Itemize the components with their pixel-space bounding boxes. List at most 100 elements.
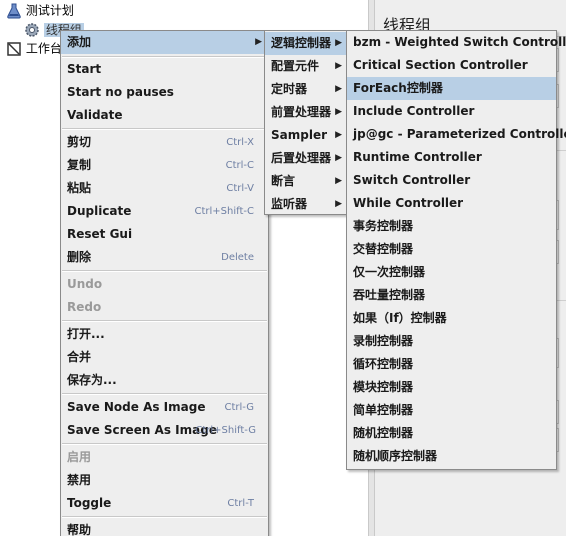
- menu-item-start-no-pauses[interactable]: Start no pauses: [61, 81, 268, 104]
- logic-item[interactable]: Switch Controller: [347, 169, 556, 192]
- logic-label: 事务控制器: [353, 219, 414, 233]
- submenu-item-timer[interactable]: 定时器 ▶: [265, 78, 348, 101]
- logic-label: Switch Controller: [353, 173, 471, 187]
- shortcut-copy: Ctrl-C: [225, 160, 254, 171]
- logic-item[interactable]: 仅一次控制器: [347, 261, 556, 284]
- logic-item[interactable]: 随机顺序控制器: [347, 445, 556, 468]
- flask-icon: [6, 3, 22, 19]
- submenu-label-logic: 逻辑控制器: [271, 36, 332, 50]
- logic-item[interactable]: 循环控制器: [347, 353, 556, 376]
- menu-item-duplicate[interactable]: Duplicate Ctrl+Shift-C: [61, 200, 268, 223]
- menu-label-redo: Redo: [67, 300, 102, 314]
- shortcut-toggle: Ctrl-T: [227, 498, 254, 509]
- context-menu: 添加 ▶ Start Start no pauses Validate 剪切 Ct…: [60, 30, 269, 536]
- menu-item-delete[interactable]: 删除 Delete: [61, 246, 268, 269]
- logic-label: 随机控制器: [353, 426, 414, 440]
- menu-label-add: 添加: [67, 35, 92, 49]
- tree-label-test-plan: 测试计划: [25, 3, 74, 18]
- submenu-item-preprocessor[interactable]: 前置处理器 ▶: [265, 101, 348, 124]
- logic-controller-submenu: bzm - Weighted Switch Controller Critica…: [346, 30, 566, 470]
- menu-item-save-as[interactable]: 保存为...: [61, 369, 268, 392]
- menu-item-disable[interactable]: 禁用: [61, 469, 268, 492]
- menu-separator: [62, 320, 267, 322]
- logic-item[interactable]: 吞吐量控制器: [347, 284, 556, 307]
- menu-separator: [62, 128, 267, 130]
- submenu-arrow-icon: ▶: [255, 37, 262, 47]
- menu-item-save-node-image[interactable]: Save Node As Image Ctrl-G: [61, 396, 268, 419]
- gear-icon: [24, 22, 40, 38]
- menu-label-save-as: 保存为...: [67, 373, 117, 387]
- menu-separator: [62, 270, 267, 272]
- logic-item[interactable]: Include Controller: [347, 100, 556, 123]
- logic-item[interactable]: Critical Section Controller: [347, 54, 556, 77]
- submenu-item-postprocessor[interactable]: 后置处理器 ▶: [265, 147, 348, 170]
- logic-label: 仅一次控制器: [353, 265, 426, 279]
- menu-item-reset-gui[interactable]: Reset Gui: [61, 223, 268, 246]
- menu-label-open: 打开...: [67, 327, 105, 341]
- menu-item-redo: Redo: [61, 296, 268, 319]
- menu-item-start[interactable]: Start: [61, 58, 268, 81]
- logic-item[interactable]: bzm - Weighted Switch Controller: [347, 31, 566, 54]
- workbench-icon: [6, 41, 22, 57]
- menu-label-copy: 复制: [67, 158, 92, 172]
- tree-node-test-plan[interactable]: 测试计划: [6, 1, 74, 19]
- logic-label: 吞吐量控制器: [353, 288, 426, 302]
- logic-item[interactable]: 如果（If）控制器: [347, 307, 556, 330]
- menu-separator: [62, 516, 267, 518]
- logic-item[interactable]: 随机控制器: [347, 422, 556, 445]
- menu-label-paste: 粘贴: [67, 181, 92, 195]
- logic-item[interactable]: Runtime Controller: [347, 146, 556, 169]
- menu-item-merge[interactable]: 合并: [61, 346, 268, 369]
- menu-item-help[interactable]: 帮助: [61, 519, 268, 536]
- logic-label: 简单控制器: [353, 403, 414, 417]
- shortcut-save-node-image: Ctrl-G: [224, 402, 254, 413]
- menu-item-paste[interactable]: 粘贴 Ctrl-V: [61, 177, 268, 200]
- menu-label-disable: 禁用: [67, 473, 92, 487]
- logic-item[interactable]: jp@gc - Parameterized Controller: [347, 123, 566, 146]
- logic-item[interactable]: ForEach控制器: [347, 77, 556, 100]
- menu-label-toggle: Toggle: [67, 496, 112, 510]
- menu-label-merge: 合并: [67, 350, 92, 364]
- submenu-label-preprocessor: 前置处理器: [271, 105, 332, 119]
- submenu-item-config-element[interactable]: 配置元件 ▶: [265, 55, 348, 78]
- logic-item[interactable]: While Controller: [347, 192, 556, 215]
- menu-item-add[interactable]: 添加 ▶: [61, 31, 268, 54]
- menu-label-reset-gui: Reset Gui: [67, 227, 133, 241]
- submenu-label-listener: 监听器: [271, 197, 308, 211]
- menu-label-save-node-image: Save Node As Image: [67, 400, 206, 414]
- menu-item-validate[interactable]: Validate: [61, 104, 268, 127]
- shortcut-cut: Ctrl-X: [226, 137, 254, 148]
- menu-item-cut[interactable]: 剪切 Ctrl-X: [61, 131, 268, 154]
- logic-label: 随机顺序控制器: [353, 449, 438, 463]
- menu-item-save-screen-image[interactable]: Save Screen As Image Ctrl+Shift-G: [61, 419, 268, 442]
- menu-item-open[interactable]: 打开...: [61, 323, 268, 346]
- shortcut-duplicate: Ctrl+Shift-C: [194, 206, 255, 217]
- menu-label-undo: Undo: [67, 277, 103, 291]
- menu-item-toggle[interactable]: Toggle Ctrl-T: [61, 492, 268, 515]
- submenu-item-listener[interactable]: 监听器 ▶: [265, 193, 348, 216]
- submenu-label-sampler: Sampler: [271, 128, 328, 142]
- submenu-arrow-icon: ▶: [335, 130, 342, 140]
- menu-label-validate: Validate: [67, 108, 123, 122]
- tree-label-workbench: 工作台: [25, 41, 62, 56]
- logic-label: 模块控制器: [353, 380, 414, 394]
- submenu-item-sampler[interactable]: Sampler ▶: [265, 124, 348, 147]
- menu-item-copy[interactable]: 复制 Ctrl-C: [61, 154, 268, 177]
- menu-label-help: 帮助: [67, 523, 92, 536]
- logic-item[interactable]: 录制控制器: [347, 330, 556, 353]
- menu-label-enable: 启用: [67, 450, 92, 464]
- submenu-arrow-icon: ▶: [335, 38, 342, 48]
- submenu-arrow-icon: ▶: [335, 84, 342, 94]
- logic-label: 循环控制器: [353, 357, 414, 371]
- logic-item[interactable]: 模块控制器: [347, 376, 556, 399]
- logic-label: jp@gc - Parameterized Controller: [353, 127, 566, 141]
- menu-separator: [62, 393, 267, 395]
- logic-item[interactable]: 交替控制器: [347, 238, 556, 261]
- submenu-item-logic-controller[interactable]: 逻辑控制器 ▶: [265, 32, 348, 55]
- logic-item[interactable]: 事务控制器: [347, 215, 556, 238]
- submenu-item-assertion[interactable]: 断言 ▶: [265, 170, 348, 193]
- logic-item[interactable]: 简单控制器: [347, 399, 556, 422]
- tree-node-workbench[interactable]: 工作台: [6, 39, 62, 57]
- logic-label: 如果（If）控制器: [353, 311, 447, 325]
- shortcut-delete: Delete: [221, 252, 254, 263]
